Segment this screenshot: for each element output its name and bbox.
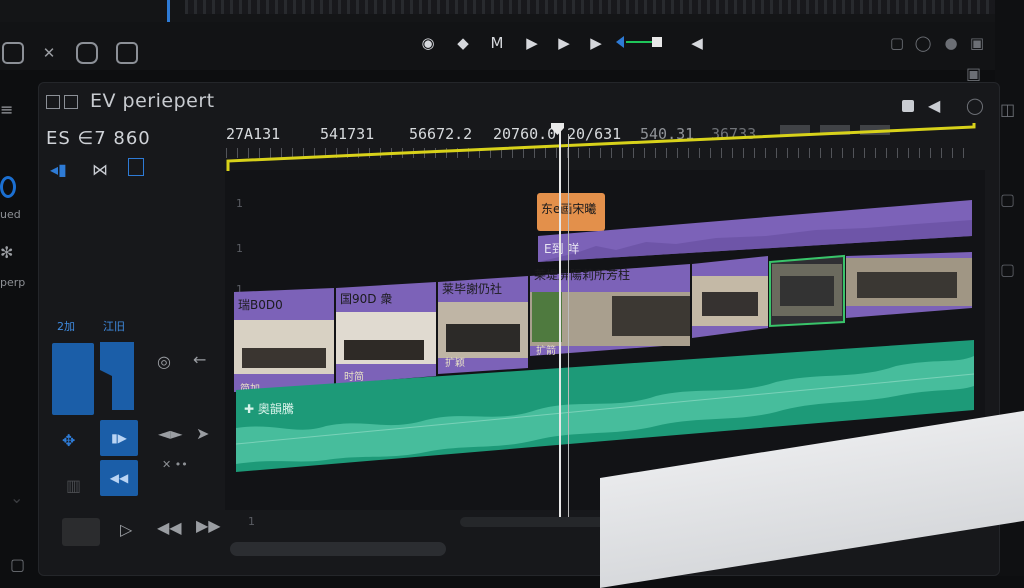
side-icon-2[interactable]: ▢ (1000, 260, 1015, 279)
solo-button[interactable]: ◀◀ (100, 460, 138, 496)
square-icon[interactable] (2, 42, 24, 64)
settings-icon[interactable]: ▣ (966, 64, 981, 83)
rewind-icon[interactable]: ◀◀ (157, 518, 182, 537)
ruler-label: 56672.2 (409, 125, 473, 143)
ruler-label: 20760.0 (493, 125, 557, 143)
audio-clip-label: ✚ 奧韻騰 (244, 402, 294, 416)
left-label-4: 江旧 (103, 320, 125, 333)
view-icon[interactable]: ◯ (966, 96, 984, 115)
circle-icon[interactable]: ◉ (417, 32, 439, 54)
volume-icon[interactable]: ◀ (928, 96, 940, 115)
side-icon[interactable]: ▢ (1000, 190, 1015, 209)
nudge-left-icon[interactable]: ◄► (158, 424, 183, 443)
mute-button[interactable]: ▮▶ (100, 420, 138, 456)
speaker-icon[interactable]: ◀ (686, 32, 708, 54)
thumbnail-icon[interactable] (62, 518, 100, 546)
window-icon[interactable]: ▢ (886, 32, 908, 54)
expand-icon[interactable]: ◫ (1000, 100, 1015, 119)
top-scrub-bar[interactable] (185, 0, 1024, 14)
split-icon[interactable]: ⋈ (92, 160, 108, 179)
ruler-label: 36733 (711, 125, 757, 143)
bars-icon: ▥ (66, 476, 82, 495)
trim-icon[interactable] (614, 34, 674, 54)
marker-icon[interactable]: M (486, 32, 508, 54)
track-lock-button[interactable] (98, 340, 138, 412)
list-icon[interactable]: ≡ (0, 100, 13, 119)
panel-square-icon[interactable] (46, 95, 60, 109)
play-small-icon[interactable]: ▷ (120, 520, 132, 539)
clock-icon[interactable]: ◯ (912, 32, 934, 54)
collapse-icon[interactable]: ⌄ (10, 488, 23, 507)
lock-icon[interactable] (902, 100, 914, 112)
tiny-status: ✕ •• (162, 458, 188, 471)
circle-tool-icon[interactable] (0, 176, 16, 198)
timecode-display[interactable]: ES ∈7 860 (46, 128, 151, 149)
ruler-label: 541731 (320, 125, 375, 143)
transport-bar (0, 22, 1024, 70)
track-number: 1 (248, 515, 255, 528)
play-icon[interactable]: ▶ (521, 32, 543, 54)
route-icon[interactable]: ✥ (62, 431, 75, 450)
close-icon[interactable]: ✕ (38, 42, 60, 64)
prev-edit-icon[interactable]: ◂▮ (50, 160, 67, 179)
playhead-shadow-line (568, 134, 569, 519)
panel-title: EV periepert (90, 90, 215, 112)
gear-icon[interactable]: ✻ (0, 243, 13, 262)
camera-icon[interactable]: ● (940, 32, 962, 54)
circle-target-icon[interactable]: ◎ (157, 352, 171, 371)
playhead-line[interactable] (559, 124, 561, 519)
forward-icon[interactable]: ▶▶ (196, 516, 221, 535)
horizontal-scrollbar[interactable] (230, 542, 446, 556)
ruler-label-blurred (780, 125, 890, 135)
left-label-2: perp (0, 276, 26, 289)
video-clip-label: 莱毕謝仍社 (442, 282, 503, 296)
grid-icon[interactable]: ▣ (966, 32, 988, 54)
ruler-label: 540.31 (640, 125, 695, 143)
track-number: 1 (236, 197, 243, 210)
play-forward-icon[interactable]: ▶ (553, 32, 575, 54)
top-accent-marker (167, 0, 170, 22)
panel-square-icon-2[interactable] (64, 95, 78, 109)
snap-icon[interactable] (128, 158, 144, 176)
left-label-1: ued (0, 208, 21, 221)
track-select-button[interactable] (52, 343, 94, 415)
arrow-right-icon[interactable]: ➤ (196, 424, 209, 443)
ruler-label: 20/631 (567, 125, 622, 143)
playhead-handle[interactable] (550, 122, 565, 136)
left-label-3: 2加 (57, 320, 75, 333)
video-clip-label: 莱堤屏陽莉所芳柱 (534, 268, 631, 282)
flag-icon[interactable]: ◆ (452, 32, 474, 54)
arrow-left-icon[interactable]: ← (193, 350, 206, 369)
ruler-ticks (226, 148, 974, 158)
step-icon[interactable]: ▶ (585, 32, 607, 54)
ruler-label: 27A131 (226, 125, 281, 143)
box-icon[interactable]: ▢ (10, 555, 25, 574)
grid-square-icon[interactable] (116, 42, 138, 64)
gear-square-icon[interactable] (76, 42, 98, 64)
